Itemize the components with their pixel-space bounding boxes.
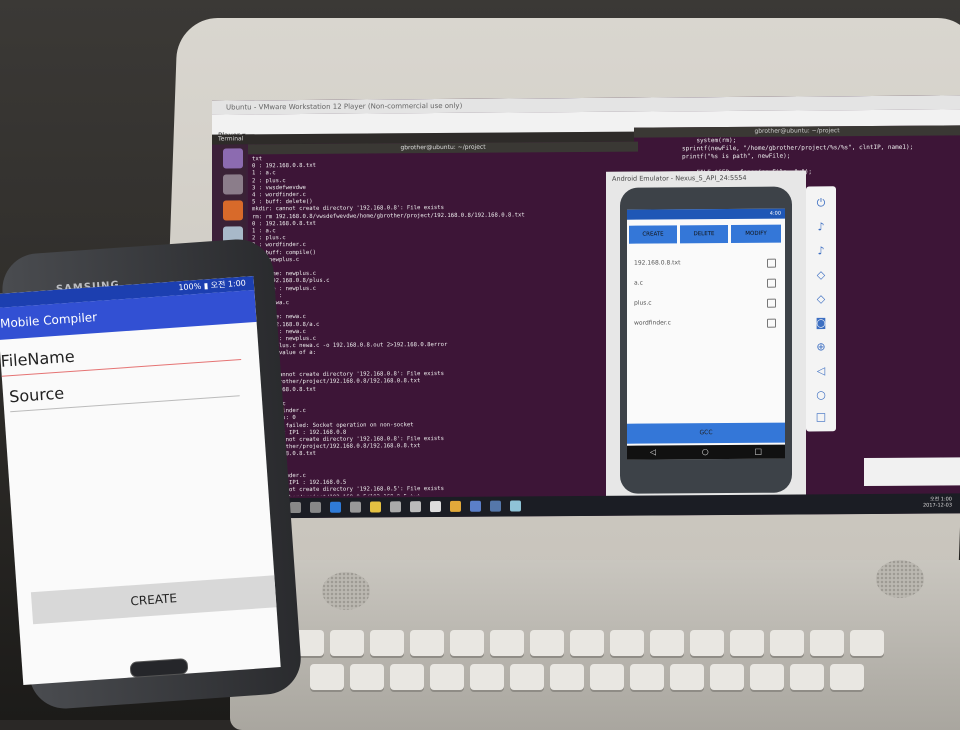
ubuntu-dash-icon[interactable] (223, 148, 243, 169)
keyboard-key (810, 630, 844, 656)
app-icon[interactable] (450, 500, 461, 512)
keyboard-key (630, 664, 664, 690)
rotate-right-icon[interactable]: ◇ (814, 292, 828, 306)
search-icon[interactable] (290, 501, 301, 514)
speaker-grille-left (322, 572, 370, 610)
keyboard-key (830, 664, 864, 690)
screenshot-icon[interactable]: ◙ (814, 316, 828, 330)
keyboard-key (490, 630, 524, 656)
emulator-delete-button[interactable]: DELETE (680, 225, 728, 244)
back-icon[interactable]: ◁ (650, 446, 656, 460)
overview-icon[interactable]: □ (814, 410, 828, 424)
notification-toast[interactable] (864, 457, 960, 487)
file-name: a.c (634, 279, 643, 287)
speaker-grille-right (876, 560, 924, 598)
phone-screen: 100% ▮ 오전 1:00 Mobile Compiler FileName … (0, 276, 281, 686)
keyboard-key (430, 664, 464, 690)
keyboard-key (330, 630, 364, 656)
power-icon[interactable]: ⏻ (814, 196, 828, 210)
keyboard-key (790, 664, 824, 690)
file-list-item[interactable]: 192.168.0.8.txt (634, 257, 776, 270)
filename-field[interactable]: FileName (0, 335, 242, 377)
volume-down-icon[interactable]: ♪ (814, 244, 828, 258)
zoom-icon[interactable]: ⊕ (814, 340, 828, 354)
firefox-icon[interactable] (223, 200, 243, 221)
kakaotalk-icon[interactable] (370, 501, 381, 513)
vmware-icon[interactable] (510, 500, 521, 512)
keyboard-key (350, 664, 384, 690)
file-checkbox[interactable] (767, 318, 776, 328)
source-field[interactable]: Source (8, 371, 240, 413)
keyboard-key (850, 630, 884, 656)
gcc-button[interactable]: GCC (627, 422, 785, 444)
emulator-side-toolbar: ⏻ ♪ ♪ ◇ ◇ ◙ ⊕ ◁ ○ □ (806, 186, 836, 432)
keyboard-key (470, 664, 504, 690)
keyboard-key (650, 630, 684, 656)
terminal-left-output: txt 0 : 192.168.0.8.txt 1 : a.c 2 : plus… (252, 156, 525, 496)
keyboard-key (610, 630, 644, 656)
app-icon[interactable] (490, 500, 501, 512)
home-icon[interactable]: ○ (814, 388, 828, 402)
keyboard-key (690, 630, 724, 656)
taskbar-clock[interactable]: 오전 1:00 2017-12-03 (923, 496, 952, 508)
keyboard-key (590, 664, 624, 690)
folder-icon[interactable] (390, 501, 401, 513)
file-name: plus.c (634, 299, 652, 307)
explorer-icon[interactable] (350, 501, 361, 513)
emulator-create-button[interactable]: CREATE (629, 225, 677, 244)
edge-icon[interactable] (330, 501, 341, 513)
keyboard-key (570, 630, 604, 656)
store-icon[interactable] (410, 501, 421, 513)
file-checkbox[interactable] (767, 298, 776, 308)
laptop-screen: Ubuntu - VMware Workstation 12 Player (N… (212, 95, 960, 519)
keyboard-key (550, 664, 584, 690)
keyboard-key (510, 664, 544, 690)
emulator-status-bar: 4:00 (627, 208, 785, 220)
recents-icon[interactable]: □ (755, 445, 763, 459)
create-button[interactable]: CREATE (30, 575, 277, 625)
back-icon[interactable]: ◁ (814, 364, 828, 378)
files-icon[interactable] (223, 174, 243, 195)
keyboard-key (530, 630, 564, 656)
keyboard-key (750, 664, 784, 690)
keyboard-key (310, 664, 344, 690)
file-checkbox[interactable] (767, 258, 776, 268)
keyboard-key (450, 630, 484, 656)
file-name: wordfinder.c (634, 319, 671, 327)
task-view-icon[interactable] (310, 501, 321, 513)
file-list-item[interactable]: wordfinder.c (634, 317, 776, 330)
keyboard-key (770, 630, 804, 656)
android-nav-bar: ◁ ○ □ (627, 444, 785, 460)
file-list-item[interactable]: a.c (634, 277, 776, 290)
keyboard-key (730, 630, 764, 656)
keyboard-key (710, 664, 744, 690)
keyboard-key (670, 664, 704, 690)
emulator-modify-button[interactable]: MODIFY (731, 224, 781, 243)
app-icon[interactable] (470, 500, 481, 512)
file-checkbox[interactable] (767, 278, 776, 288)
file-list-item[interactable]: plus.c (634, 297, 776, 310)
keyboard-key (410, 630, 444, 656)
file-name: 192.168.0.8.txt (634, 259, 681, 267)
home-icon[interactable]: ○ (702, 445, 709, 459)
clock-date: 2017-12-03 (922, 502, 952, 509)
keyboard-key (370, 630, 404, 656)
volume-up-icon[interactable]: ♪ (814, 220, 828, 234)
keyboard-key (390, 664, 424, 690)
mail-icon[interactable] (430, 501, 441, 513)
rotate-left-icon[interactable]: ◇ (814, 268, 828, 282)
emulator-title: Android Emulator - Nexus_5_API_24:5554 (606, 170, 806, 186)
